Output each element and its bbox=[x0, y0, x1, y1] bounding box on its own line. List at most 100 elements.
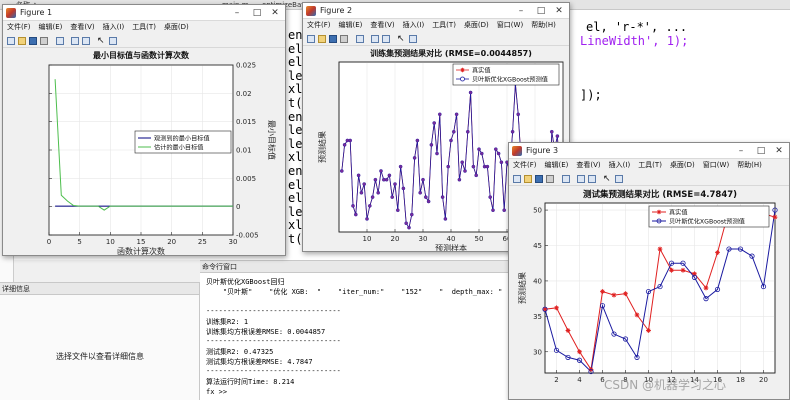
menu-help[interactable]: 帮助(H) bbox=[733, 159, 766, 172]
y2-tick-label: 0.005 bbox=[236, 175, 256, 183]
figure-1-title-bar[interactable]: Figure 1 – □ ✕ bbox=[3, 5, 285, 21]
menu-edit[interactable]: 编辑(E) bbox=[35, 21, 67, 34]
figure-3-window[interactable]: Figure 3 – □ ✕ 文件(F) 编辑(E) 查看(V) 插入(I) 工具(T)… bbox=[508, 142, 790, 400]
link-plot-icon[interactable] bbox=[56, 37, 64, 45]
figure-3-title-bar[interactable]: Figure 3 – □ ✕ bbox=[509, 143, 789, 159]
figure-2-title-bar[interactable]: Figure 2 – □ ✕ bbox=[303, 3, 569, 19]
menu-desktop[interactable]: 桌面(D) bbox=[460, 19, 493, 32]
open-folder-icon[interactable] bbox=[18, 37, 26, 45]
command-prompt[interactable]: fx >> bbox=[206, 388, 227, 396]
x-axis-label: 函数计算次数 bbox=[117, 246, 165, 256]
insert-colorbar-icon[interactable] bbox=[371, 35, 379, 43]
data-point bbox=[446, 164, 450, 169]
property-inspector-icon[interactable] bbox=[615, 175, 623, 183]
menu-help[interactable]: 帮助(H) bbox=[527, 19, 560, 32]
minimize-icon[interactable]: – bbox=[513, 3, 529, 19]
open-folder-icon[interactable] bbox=[524, 175, 532, 183]
property-inspector-icon[interactable] bbox=[409, 35, 417, 43]
command-output-line: 训练集R2: 1 bbox=[206, 318, 249, 326]
command-output-line: 测试集R2: 0.47325 bbox=[206, 348, 274, 356]
data-point bbox=[376, 190, 380, 195]
menu-window[interactable]: 窗口(W) bbox=[493, 19, 527, 32]
x-tick-label: 20 bbox=[759, 376, 768, 384]
save-icon[interactable] bbox=[29, 37, 37, 45]
menu-tools[interactable]: 工具(T) bbox=[428, 19, 460, 32]
save-icon[interactable] bbox=[535, 175, 543, 183]
menu-view[interactable]: 查看(V) bbox=[572, 159, 604, 172]
new-figure-icon[interactable] bbox=[513, 175, 521, 183]
menu-file[interactable]: 文件(F) bbox=[509, 159, 541, 172]
edit-plot-arrow-icon[interactable]: ↖ bbox=[97, 36, 105, 46]
data-point bbox=[502, 208, 506, 213]
close-icon[interactable]: ✕ bbox=[771, 143, 787, 159]
menu-tools[interactable]: 工具(T) bbox=[634, 159, 666, 172]
close-icon[interactable]: ✕ bbox=[551, 3, 567, 19]
data-point bbox=[410, 212, 414, 217]
data-point bbox=[370, 195, 375, 199]
maximize-icon[interactable]: □ bbox=[249, 5, 265, 21]
maximize-icon[interactable]: □ bbox=[533, 3, 549, 19]
data-point-star bbox=[680, 267, 686, 273]
command-output-line: 训练集均方根误差RMSE: 0.0044857 bbox=[206, 328, 326, 336]
insert-colorbar-icon[interactable] bbox=[577, 175, 585, 183]
insert-legend-icon[interactable] bbox=[82, 37, 90, 45]
maximize-icon[interactable]: □ bbox=[753, 143, 769, 159]
y2-tick-label: -0.005 bbox=[236, 232, 259, 240]
data-point bbox=[387, 173, 392, 178]
menu-edit[interactable]: 编辑(E) bbox=[541, 159, 573, 172]
figure-1-window[interactable]: Figure 1 – □ ✕ 文件(F) 编辑(E) 查看(V) 插入(I) 工具(T)… bbox=[2, 4, 286, 256]
data-point bbox=[426, 199, 431, 204]
menu-file[interactable]: 文件(F) bbox=[303, 19, 335, 32]
menu-tools[interactable]: 工具(T) bbox=[128, 21, 160, 34]
data-point-star bbox=[577, 349, 582, 355]
data-point bbox=[549, 129, 554, 134]
chart-3-svg: 测试集预测结果对比 (RMSE=4.7847)2 4 6 8 10 12 14 16 18 203… bbox=[517, 189, 778, 384]
data-point bbox=[415, 138, 420, 143]
open-folder-icon[interactable] bbox=[318, 35, 326, 43]
menu-desktop[interactable]: 桌面(D) bbox=[666, 159, 699, 172]
minimize-icon[interactable]: – bbox=[229, 5, 245, 21]
menu-insert[interactable]: 插入(I) bbox=[399, 19, 429, 32]
x-tick-label: 0 bbox=[47, 238, 51, 246]
print-icon[interactable] bbox=[546, 175, 554, 183]
code-text: LineWidth', 1); bbox=[580, 34, 689, 48]
menu-file[interactable]: 文件(F) bbox=[3, 21, 35, 34]
edit-plot-arrow-icon[interactable]: ↖ bbox=[603, 174, 611, 184]
menu-window[interactable]: 窗口(W) bbox=[699, 159, 733, 172]
minimize-icon[interactable]: – bbox=[733, 143, 749, 159]
menu-desktop[interactable]: 桌面(D) bbox=[160, 21, 193, 34]
data-point bbox=[362, 182, 367, 186]
data-point bbox=[463, 169, 467, 173]
figure-2-menu-bar: 文件(F) 编辑(E) 查看(V) 插入(I) 工具(T) 桌面(D) 窗口(W) 帮助(H) bbox=[303, 19, 569, 32]
menu-view[interactable]: 查看(V) bbox=[66, 21, 98, 34]
menu-edit[interactable]: 编辑(E) bbox=[335, 19, 367, 32]
data-point bbox=[429, 143, 434, 147]
insert-legend-icon[interactable] bbox=[588, 175, 596, 183]
insert-colorbar-icon[interactable] bbox=[71, 37, 79, 45]
property-inspector-icon[interactable] bbox=[109, 37, 117, 45]
x-tick-label: 40 bbox=[447, 235, 456, 243]
new-figure-icon[interactable] bbox=[7, 37, 15, 45]
details-panel: 详细信息 选择文件以查看详细信息 bbox=[0, 282, 200, 400]
data-point bbox=[457, 177, 462, 182]
legend-label: 贝叶斯优化XGBoost预测值 bbox=[472, 76, 548, 84]
matlab-logo-icon bbox=[306, 6, 316, 16]
print-icon[interactable] bbox=[40, 37, 48, 45]
edit-plot-arrow-icon[interactable]: ↖ bbox=[397, 34, 405, 44]
print-icon[interactable] bbox=[340, 35, 348, 43]
insert-legend-icon[interactable] bbox=[382, 35, 390, 43]
data-point bbox=[390, 195, 394, 199]
close-icon[interactable]: ✕ bbox=[267, 5, 283, 21]
menu-view[interactable]: 查看(V) bbox=[366, 19, 398, 32]
link-plot-icon[interactable] bbox=[562, 175, 570, 183]
new-figure-icon[interactable] bbox=[307, 35, 315, 43]
x-tick-label: 4 bbox=[577, 376, 582, 384]
data-point-star bbox=[565, 328, 571, 333]
link-plot-icon[interactable] bbox=[356, 35, 364, 43]
save-icon[interactable] bbox=[329, 35, 337, 43]
data-point bbox=[348, 138, 353, 143]
x-tick-label: 10 bbox=[363, 235, 372, 243]
menu-insert[interactable]: 插入(I) bbox=[605, 159, 635, 172]
menu-insert[interactable]: 插入(I) bbox=[99, 21, 129, 34]
data-point bbox=[354, 212, 358, 217]
